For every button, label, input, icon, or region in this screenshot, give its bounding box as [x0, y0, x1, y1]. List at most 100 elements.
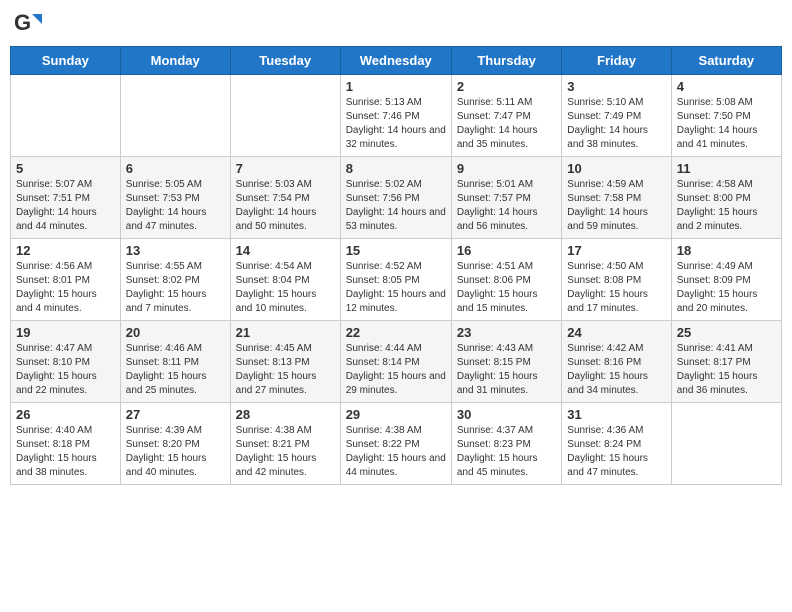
calendar-cell: 7 Sunrise: 5:03 AMSunset: 7:54 PMDaylight… — [230, 157, 340, 239]
calendar-cell: 16Sunrise: 4:51 AMSunset: 8:06 PMDayligh… — [451, 239, 561, 321]
day-number: 1 — [346, 79, 446, 94]
day-info: Sunrise: 5:10 AMSunset: 7:49 PMDaylight:… — [567, 96, 665, 152]
day-header-friday: Friday — [562, 47, 671, 75]
day-number: 15 — [346, 243, 446, 258]
day-header-monday: Monday — [120, 47, 230, 75]
day-number: 17 — [567, 243, 665, 258]
calendar-cell — [120, 75, 230, 157]
day-number: 14 — [236, 243, 335, 258]
day-number: 20 — [126, 325, 225, 340]
day-info: Sunrise: 4:41 AMSunset: 8:17 PMDaylight:… — [677, 342, 776, 398]
day-info: Sunrise: 4:49 AMSunset: 8:09 PMDaylight:… — [677, 260, 776, 316]
day-info: Sunrise: 4:56 AMSunset: 8:01 PMDaylight:… — [16, 260, 115, 316]
svg-text:G: G — [14, 10, 31, 35]
calendar-cell: 15 Sunrise: 4:52 AMSunset: 8:05 PMDayligh… — [340, 239, 451, 321]
day-number: 24 — [567, 325, 665, 340]
day-number: 11 — [677, 161, 776, 176]
calendar-cell: 5Sunrise: 5:07 AMSunset: 7:51 PMDaylight… — [11, 157, 121, 239]
calendar-cell: 26 Sunrise: 4:40 AMSunset: 8:18 PMDayligh… — [11, 403, 121, 485]
day-info: Sunrise: 5:01 AMSunset: 7:57 PMDaylight:… — [457, 178, 556, 234]
day-number: 25 — [677, 325, 776, 340]
day-number: 7 — [236, 161, 335, 176]
day-info: Sunrise: 4:38 AMSunset: 8:21 PMDaylight:… — [236, 424, 335, 480]
day-number: 27 — [126, 407, 225, 422]
day-number: 8 — [346, 161, 446, 176]
calendar-cell: 19Sunrise: 4:47 AMSunset: 8:10 PMDayligh… — [11, 321, 121, 403]
day-number: 30 — [457, 407, 556, 422]
day-info: Sunrise: 4:52 AMSunset: 8:05 PMDaylight:… — [346, 260, 446, 316]
calendar-cell — [230, 75, 340, 157]
logo-icon: G — [14, 10, 42, 38]
calendar-cell: 29 Sunrise: 4:38 AMSunset: 8:22 PMDayligh… — [340, 403, 451, 485]
day-info: Sunrise: 4:38 AMSunset: 8:22 PMDaylight:… — [346, 424, 446, 480]
page-header: G — [10, 10, 782, 38]
calendar-header-row: SundayMondayTuesdayWednesdayThursdayFrid… — [11, 47, 782, 75]
calendar-cell: 18 Sunrise: 4:49 AMSunset: 8:09 PMDayligh… — [671, 239, 781, 321]
day-info: Sunrise: 5:11 AMSunset: 7:47 PMDaylight:… — [457, 96, 556, 152]
day-number: 13 — [126, 243, 225, 258]
day-number: 31 — [567, 407, 665, 422]
calendar-week-row: 5Sunrise: 5:07 AMSunset: 7:51 PMDaylight… — [11, 157, 782, 239]
day-info: Sunrise: 4:43 AMSunset: 8:15 PMDaylight:… — [457, 342, 556, 398]
day-info: Sunrise: 4:40 AMSunset: 8:18 PMDaylight:… — [16, 424, 115, 480]
day-info: Sunrise: 4:55 AMSunset: 8:02 PMDaylight:… — [126, 260, 225, 316]
day-header-wednesday: Wednesday — [340, 47, 451, 75]
calendar-cell — [11, 75, 121, 157]
day-number: 21 — [236, 325, 335, 340]
calendar-cell: 6 Sunrise: 5:05 AMSunset: 7:53 PMDaylight… — [120, 157, 230, 239]
calendar-week-row: 19Sunrise: 4:47 AMSunset: 8:10 PMDayligh… — [11, 321, 782, 403]
calendar-cell: 23 Sunrise: 4:43 AMSunset: 8:15 PMDayligh… — [451, 321, 561, 403]
day-info: Sunrise: 4:50 AMSunset: 8:08 PMDaylight:… — [567, 260, 665, 316]
calendar-week-row: 12 Sunrise: 4:56 AMSunset: 8:01 PMDayligh… — [11, 239, 782, 321]
day-info: Sunrise: 5:08 AMSunset: 7:50 PMDaylight:… — [677, 96, 776, 152]
day-header-thursday: Thursday — [451, 47, 561, 75]
calendar-cell: 30 Sunrise: 4:37 AMSunset: 8:23 PMDayligh… — [451, 403, 561, 485]
calendar-week-row: 26 Sunrise: 4:40 AMSunset: 8:18 PMDayligh… — [11, 403, 782, 485]
calendar-cell: 22 Sunrise: 4:44 AMSunset: 8:14 PMDayligh… — [340, 321, 451, 403]
day-number: 2 — [457, 79, 556, 94]
day-info: Sunrise: 5:13 AMSunset: 7:46 PMDaylight:… — [346, 96, 446, 152]
day-info: Sunrise: 4:54 AMSunset: 8:04 PMDaylight:… — [236, 260, 335, 316]
day-info: Sunrise: 5:03 AMSunset: 7:54 PMDaylight:… — [236, 178, 335, 234]
calendar-cell: 17 Sunrise: 4:50 AMSunset: 8:08 PMDayligh… — [562, 239, 671, 321]
calendar-cell — [671, 403, 781, 485]
calendar-cell: 2 Sunrise: 5:11 AMSunset: 7:47 PMDaylight… — [451, 75, 561, 157]
day-number: 9 — [457, 161, 556, 176]
calendar-cell: 10Sunrise: 4:59 AMSunset: 7:58 PMDayligh… — [562, 157, 671, 239]
day-info: Sunrise: 4:45 AMSunset: 8:13 PMDaylight:… — [236, 342, 335, 398]
calendar-cell: 13 Sunrise: 4:55 AMSunset: 8:02 PMDayligh… — [120, 239, 230, 321]
calendar-cell: 1 Sunrise: 5:13 AMSunset: 7:46 PMDaylight… — [340, 75, 451, 157]
day-header-sunday: Sunday — [11, 47, 121, 75]
day-number: 10 — [567, 161, 665, 176]
day-number: 16 — [457, 243, 556, 258]
day-number: 22 — [346, 325, 446, 340]
day-info: Sunrise: 5:07 AMSunset: 7:51 PMDaylight:… — [16, 178, 115, 234]
day-number: 29 — [346, 407, 446, 422]
calendar-cell: 14 Sunrise: 4:54 AMSunset: 8:04 PMDayligh… — [230, 239, 340, 321]
day-number: 28 — [236, 407, 335, 422]
calendar-cell: 12 Sunrise: 4:56 AMSunset: 8:01 PMDayligh… — [11, 239, 121, 321]
calendar-cell: 25 Sunrise: 4:41 AMSunset: 8:17 PMDayligh… — [671, 321, 781, 403]
day-info: Sunrise: 4:39 AMSunset: 8:20 PMDaylight:… — [126, 424, 225, 480]
calendar-cell: 4Sunrise: 5:08 AMSunset: 7:50 PMDaylight… — [671, 75, 781, 157]
day-info: Sunrise: 4:46 AMSunset: 8:11 PMDaylight:… — [126, 342, 225, 398]
day-info: Sunrise: 5:05 AMSunset: 7:53 PMDaylight:… — [126, 178, 225, 234]
day-info: Sunrise: 4:37 AMSunset: 8:23 PMDaylight:… — [457, 424, 556, 480]
calendar-week-row: 1 Sunrise: 5:13 AMSunset: 7:46 PMDaylight… — [11, 75, 782, 157]
calendar-cell: 20 Sunrise: 4:46 AMSunset: 8:11 PMDayligh… — [120, 321, 230, 403]
day-number: 18 — [677, 243, 776, 258]
calendar-table: SundayMondayTuesdayWednesdayThursdayFrid… — [10, 46, 782, 485]
day-info: Sunrise: 4:44 AMSunset: 8:14 PMDaylight:… — [346, 342, 446, 398]
day-info: Sunrise: 4:42 AMSunset: 8:16 PMDaylight:… — [567, 342, 665, 398]
calendar-cell: 8Sunrise: 5:02 AMSunset: 7:56 PMDaylight… — [340, 157, 451, 239]
calendar-cell: 11Sunrise: 4:58 AMSunset: 8:00 PMDayligh… — [671, 157, 781, 239]
day-header-tuesday: Tuesday — [230, 47, 340, 75]
day-info: Sunrise: 4:36 AMSunset: 8:24 PMDaylight:… — [567, 424, 665, 480]
day-number: 12 — [16, 243, 115, 258]
day-number: 26 — [16, 407, 115, 422]
calendar-cell: 9 Sunrise: 5:01 AMSunset: 7:57 PMDaylight… — [451, 157, 561, 239]
day-number: 23 — [457, 325, 556, 340]
day-number: 19 — [16, 325, 115, 340]
day-number: 6 — [126, 161, 225, 176]
calendar-cell: 3Sunrise: 5:10 AMSunset: 7:49 PMDaylight… — [562, 75, 671, 157]
